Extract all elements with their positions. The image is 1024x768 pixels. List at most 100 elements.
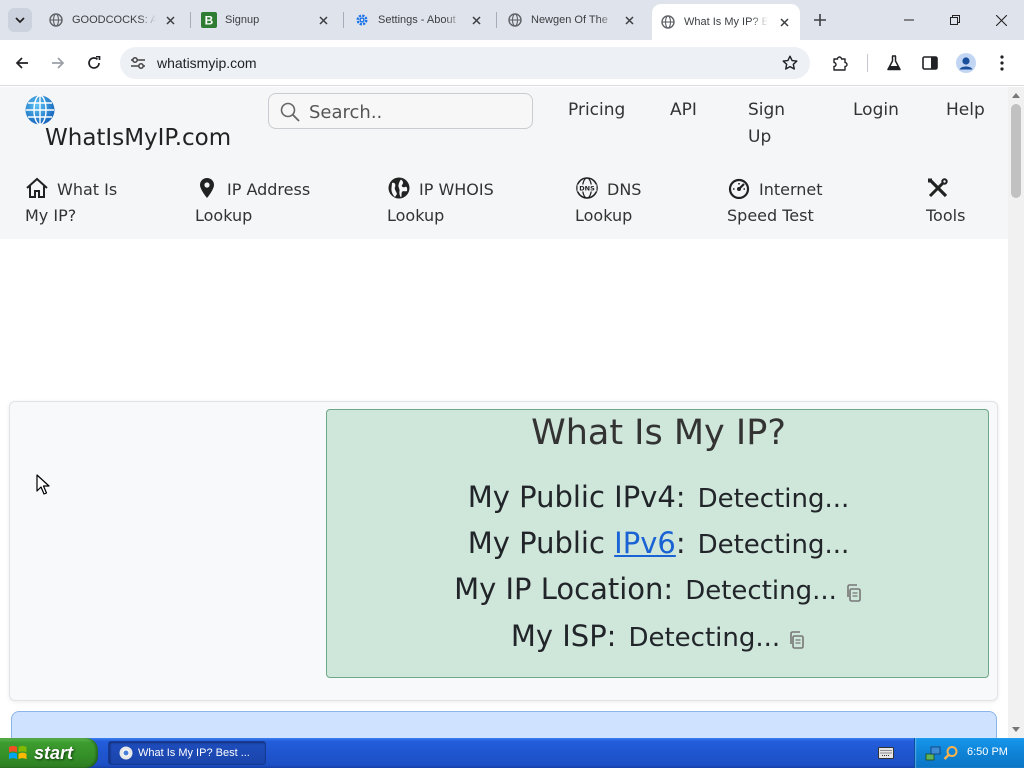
- close-tab-icon[interactable]: [468, 12, 484, 28]
- nav-login-link[interactable]: Login: [853, 97, 899, 124]
- nav-ip-address-lookup[interactable]: IP Address Lookup: [195, 177, 365, 229]
- start-button[interactable]: start: [0, 738, 98, 768]
- close-tab-icon[interactable]: [162, 12, 178, 28]
- close-icon: [995, 14, 1007, 26]
- ipv6-prefix: My Public: [467, 526, 615, 560]
- svg-text:B: B: [205, 14, 214, 28]
- restore-icon: [950, 15, 960, 25]
- ip-info-card: What Is My IP? My Public IPv4: Detecting.…: [326, 409, 989, 678]
- plus-icon: [814, 14, 826, 26]
- dns-globe-icon: DNS: [576, 177, 598, 199]
- card-title: What Is My IP?: [531, 413, 786, 453]
- close-tab-icon[interactable]: [776, 14, 792, 30]
- mouse-cursor-icon: [36, 474, 50, 495]
- minimize-button[interactable]: [886, 0, 932, 40]
- labs-button[interactable]: [880, 49, 908, 77]
- close-window-button[interactable]: [978, 0, 1024, 40]
- close-tab-icon[interactable]: [315, 12, 331, 28]
- globe-icon: [388, 177, 410, 199]
- ipv4-value[interactable]: Detecting...: [698, 484, 850, 514]
- nav-label: Lookup: [575, 206, 633, 225]
- menu-button[interactable]: [988, 49, 1016, 77]
- bookmark-star-icon[interactable]: [780, 53, 800, 73]
- logo-globe-icon[interactable]: [25, 95, 55, 125]
- tab-settings-about[interactable]: Settings - About: [346, 6, 492, 34]
- nav-api-link[interactable]: API: [670, 97, 697, 124]
- screen: GOODCOCKS: A B Signup Settings - About N…: [0, 0, 1024, 768]
- new-tab-button[interactable]: [808, 8, 832, 32]
- copy-icon[interactable]: [788, 630, 806, 650]
- minimize-icon: [904, 19, 914, 21]
- nav-label: Internet: [759, 180, 823, 199]
- nav-what-is-my-ip[interactable]: What Is My IP?: [25, 177, 195, 229]
- tab-signup[interactable]: B Signup: [193, 6, 339, 34]
- tab-strip: GOODCOCKS: A B Signup Settings - About N…: [0, 0, 1024, 40]
- toolbar-separator: [867, 54, 868, 72]
- kebab-menu-icon: [1000, 55, 1004, 71]
- chrome-icon: [119, 746, 133, 760]
- scroll-up-arrow-icon[interactable]: [1012, 93, 1020, 98]
- nav-signup-link[interactable]: Sign Up: [748, 97, 785, 151]
- nav-label: My IP?: [25, 206, 77, 225]
- network-tray-icon[interactable]: [925, 745, 941, 761]
- bootstrap-b-icon: B: [201, 12, 217, 28]
- tab-separator: [496, 12, 497, 28]
- scroll-down-arrow-icon[interactable]: [1012, 727, 1020, 732]
- nav-ip-whois-lookup[interactable]: IP WHOIS Lookup: [387, 177, 557, 229]
- page-scrollbar[interactable]: [1008, 87, 1024, 738]
- nav-internet-speed-test[interactable]: Internet Speed Test: [727, 177, 897, 229]
- side-panel-icon: [922, 56, 938, 70]
- back-button[interactable]: [8, 49, 36, 77]
- site-info-tune-icon[interactable]: [128, 53, 148, 73]
- search-magnifier-tray-icon[interactable]: [943, 745, 959, 761]
- reload-button[interactable]: [80, 49, 108, 77]
- tab-title: Newgen Of The: [531, 14, 608, 26]
- ipv6-label: My Public IPv6:: [468, 526, 686, 560]
- nav-dns-lookup[interactable]: DNS DNS Lookup: [575, 177, 745, 229]
- tab-goodcocks[interactable]: GOODCOCKS: A: [40, 6, 186, 34]
- taskbar-item-label: What Is My IP? Best ...: [138, 747, 250, 759]
- arrow-left-icon: [15, 57, 28, 69]
- address-bar[interactable]: whatismyip.com: [120, 47, 810, 79]
- next-info-section: [11, 711, 997, 738]
- nav-label: IP WHOIS: [419, 180, 494, 199]
- tab-newgen[interactable]: Newgen Of The: [499, 6, 645, 34]
- arrow-right-icon: [52, 57, 65, 69]
- nav-tools[interactable]: Tools: [926, 177, 1006, 229]
- tab-separator: [190, 12, 191, 28]
- tab-search-dropdown-button[interactable]: [8, 8, 32, 32]
- extensions-button[interactable]: [826, 49, 854, 77]
- nav-help-link[interactable]: Help: [946, 97, 985, 124]
- isp-row: My ISP: Detecting...: [327, 619, 990, 653]
- ipv6-suffix: :: [675, 526, 686, 560]
- site-logo-text[interactable]: WhatIsMyIP.com: [45, 125, 231, 151]
- site-search-box[interactable]: [268, 93, 533, 129]
- nav-label: Lookup: [387, 206, 445, 225]
- location-value[interactable]: Detecting...: [685, 576, 837, 606]
- home-icon: [26, 177, 48, 198]
- nav-pricing-link[interactable]: Pricing: [568, 97, 625, 124]
- avatar-icon: [956, 53, 976, 73]
- copy-icon[interactable]: [845, 583, 863, 603]
- ipv6-value[interactable]: Detecting...: [698, 530, 850, 560]
- restore-button[interactable]: [932, 0, 978, 40]
- page-viewport: WhatIsMyIP.com Pricing API SignUp Login …: [0, 87, 1008, 738]
- profile-button[interactable]: [952, 49, 980, 77]
- ipv6-link[interactable]: IPv6: [614, 526, 676, 560]
- settings-gear-icon: [354, 12, 370, 28]
- keyboard-icon[interactable]: [878, 747, 894, 759]
- taskbar-item-browser[interactable]: What Is My IP? Best ...: [108, 741, 266, 765]
- location-label: My IP Location:: [454, 572, 674, 606]
- side-panel-button[interactable]: [916, 49, 944, 77]
- globe-icon: [507, 12, 523, 28]
- forward-button[interactable]: [44, 49, 72, 77]
- close-tab-icon[interactable]: [621, 12, 637, 28]
- nav-label: IP Address: [227, 180, 311, 199]
- tab-title: GOODCOCKS: A: [72, 14, 156, 26]
- tools-icon: [928, 178, 948, 198]
- site-search-input[interactable]: [309, 100, 524, 124]
- scrollbar-thumb[interactable]: [1011, 104, 1021, 198]
- isp-value[interactable]: Detecting...: [628, 623, 780, 653]
- ipv4-label: My Public IPv4:: [467, 480, 686, 514]
- tab-what-is-my-ip[interactable]: What Is My IP? B: [652, 4, 800, 40]
